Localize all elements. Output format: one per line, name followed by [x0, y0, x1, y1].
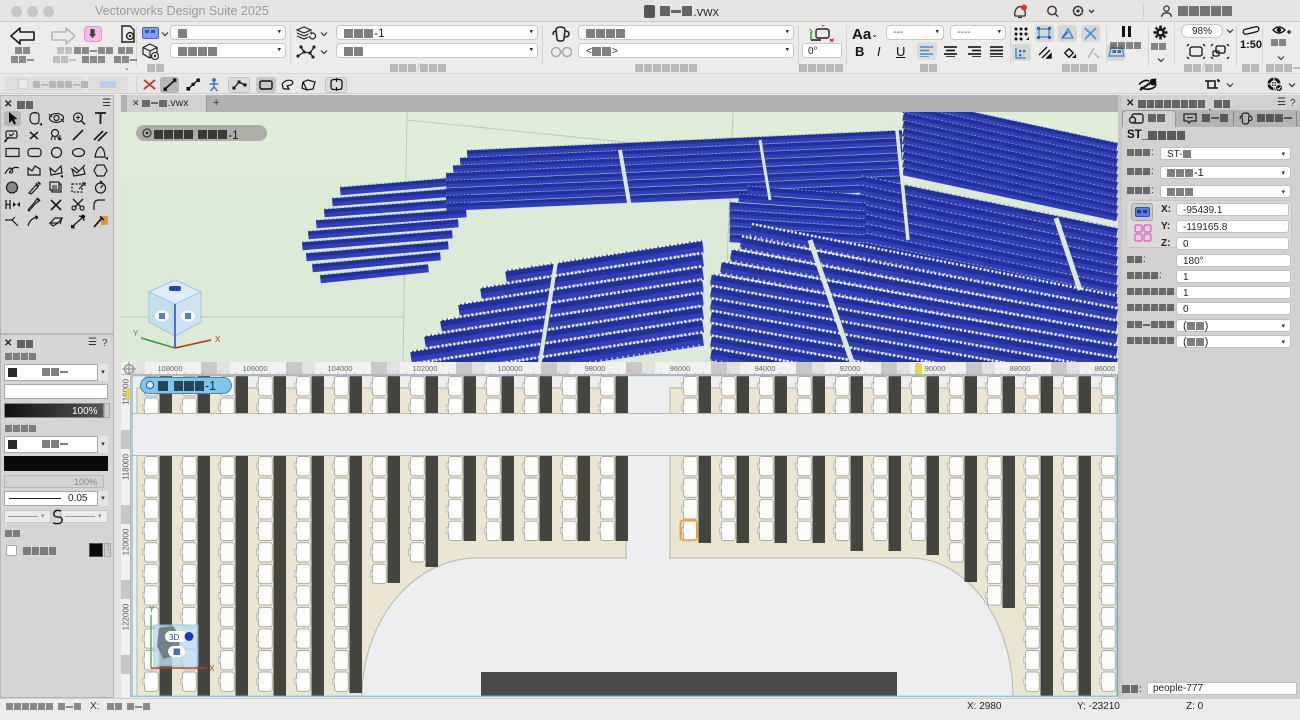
svg-text:120000: 120000 — [122, 528, 131, 555]
svg-text:X: X — [215, 335, 221, 344]
svg-text:86000: 86000 — [1095, 364, 1116, 373]
svg-text:104000: 104000 — [327, 364, 352, 373]
svg-text:92000: 92000 — [840, 364, 861, 373]
svg-text:96000: 96000 — [670, 364, 691, 373]
svg-text:100000: 100000 — [497, 364, 522, 373]
svg-text:98000: 98000 — [585, 364, 606, 373]
svg-text:X: X — [209, 664, 215, 673]
svg-text:Y: Y — [149, 605, 155, 614]
svg-text:102000: 102000 — [412, 364, 437, 373]
svg-text:122000: 122000 — [122, 603, 131, 630]
svg-text:3D: 3D — [169, 633, 179, 642]
svg-text:118000: 118000 — [122, 453, 131, 480]
svg-text:106000: 106000 — [242, 364, 267, 373]
svg-text:94000: 94000 — [755, 364, 776, 373]
svg-text:88000: 88000 — [1010, 364, 1031, 373]
svg-text:90000: 90000 — [925, 364, 946, 373]
svg-text:108000: 108000 — [157, 364, 182, 373]
svg-text:Y: Y — [133, 329, 139, 338]
